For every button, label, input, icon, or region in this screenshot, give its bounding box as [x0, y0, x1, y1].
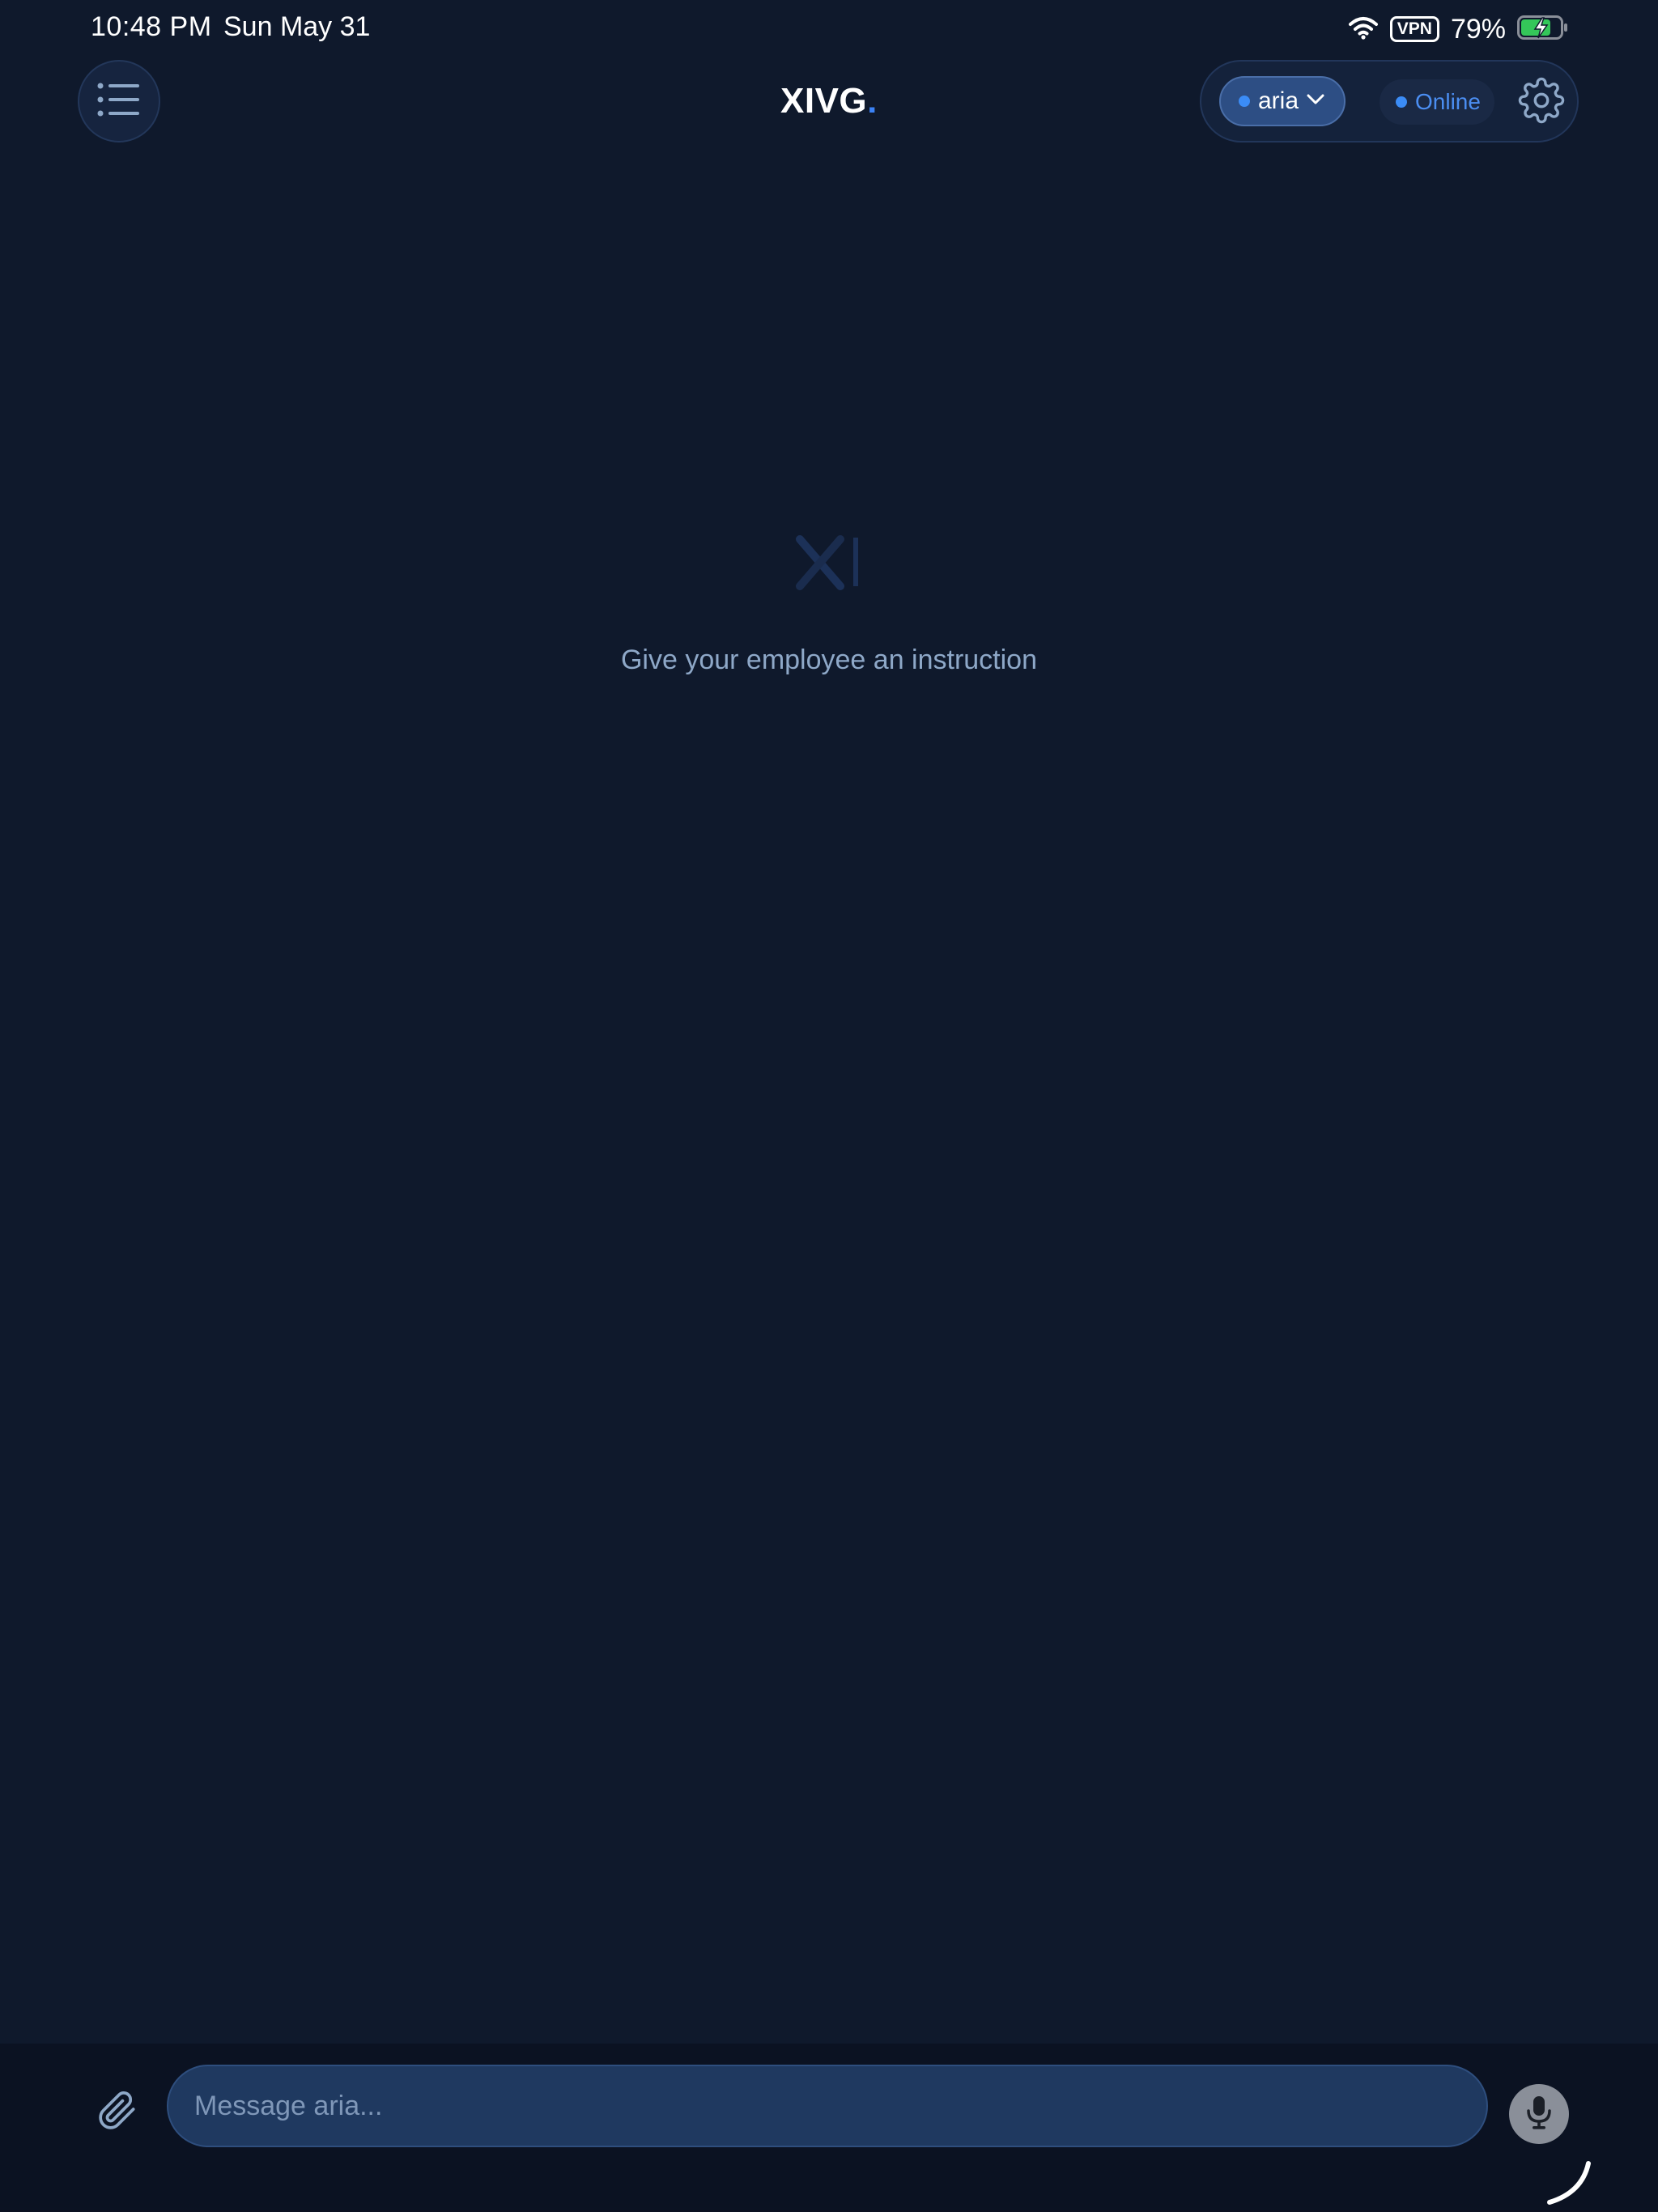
composer-bar	[0, 2044, 1658, 2212]
microphone-button[interactable]	[1509, 2084, 1569, 2144]
status-time: 10:48 PM	[91, 11, 212, 42]
message-input[interactable]	[167, 2065, 1488, 2147]
attach-button[interactable]	[94, 2089, 141, 2136]
battery-charging-icon	[1517, 14, 1569, 45]
online-label: Online	[1415, 89, 1481, 114]
app-title-text: XIVG	[780, 81, 868, 121]
empty-state-logo	[793, 534, 866, 593]
agent-status-dot	[1239, 96, 1250, 107]
wifi-icon	[1348, 15, 1379, 44]
menu-button[interactable]	[78, 60, 160, 143]
status-bar: 10:48 PM Sun May 31 VPN 79%	[0, 0, 1658, 60]
gear-icon	[1518, 77, 1565, 128]
online-dot	[1396, 96, 1407, 108]
empty-state-text: Give your employee an instruction	[620, 644, 1038, 675]
list-icon	[97, 83, 141, 121]
app-title: XIVG.	[780, 81, 878, 121]
vpn-badge: VPN	[1389, 16, 1439, 42]
agent-name: aria	[1258, 87, 1299, 114]
status-indicators: VPN 79%	[1348, 11, 1569, 47]
battery-percentage: 79%	[1450, 13, 1506, 45]
app-title-dot: .	[867, 81, 878, 121]
settings-button[interactable]	[1517, 77, 1566, 128]
header-controls: aria Online	[1200, 60, 1579, 143]
status-date: Sun May 31	[223, 11, 371, 42]
xi-logo-icon	[796, 535, 858, 590]
paperclip-icon	[97, 2091, 138, 2135]
resize-handle[interactable]	[1545, 2160, 1593, 2206]
microphone-icon	[1524, 2095, 1554, 2134]
agent-selector[interactable]: aria	[1219, 76, 1346, 126]
chevron-down-icon	[1307, 94, 1324, 109]
online-status-badge: Online	[1380, 79, 1494, 125]
